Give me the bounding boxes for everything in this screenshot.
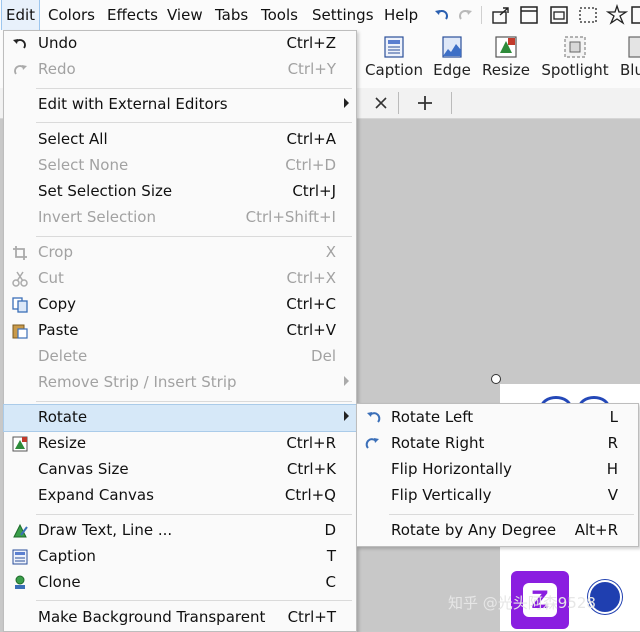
- menu-item-rotate-any-degree[interactable]: Rotate by Any Degree Alt+R: [357, 518, 638, 544]
- menu-effects[interactable]: Effects: [103, 0, 162, 30]
- menu-item-canvas-size[interactable]: Canvas Size Ctrl+K: [4, 457, 356, 483]
- menu-item-caption[interactable]: Caption T: [4, 544, 356, 570]
- menu-view[interactable]: View: [163, 0, 207, 30]
- watermark: 知乎 @光头阿森9528: [448, 594, 596, 612]
- edge-tool-label: Edge: [433, 61, 471, 79]
- undo-icon: [13, 39, 26, 49]
- menu-item-rotate-left[interactable]: Rotate Left L: [357, 405, 638, 431]
- spotlight-icon: [564, 36, 586, 58]
- blur-tool-label: Blu: [620, 61, 640, 79]
- menu-item-rotate-right[interactable]: Rotate Right R: [357, 431, 638, 457]
- menu-settings[interactable]: Settings: [308, 0, 378, 30]
- menu-item-flip-vertically[interactable]: Flip Vertically V: [357, 483, 638, 509]
- menu-item-draw-text[interactable]: Draw Text, Line ... D: [4, 518, 356, 544]
- spotlight-tool-button[interactable]: Spotlight: [538, 30, 612, 88]
- redo-icon[interactable]: [457, 8, 473, 22]
- edge-icon: [442, 36, 462, 58]
- menu-tabs[interactable]: Tabs: [211, 0, 252, 30]
- menu-item-rotate[interactable]: Rotate: [3, 404, 357, 432]
- menu-colors[interactable]: Colors: [44, 0, 99, 30]
- menu-item-redo[interactable]: Redo Ctrl+Y: [4, 57, 356, 83]
- menu-item-external-editors[interactable]: Edit with External Editors: [4, 92, 356, 118]
- paste-icon: [12, 324, 28, 339]
- menu-item-set-selection-size[interactable]: Set Selection Size Ctrl+J: [4, 179, 356, 205]
- separator: [36, 122, 352, 123]
- submenu-arrow-icon: [344, 376, 349, 386]
- menu-help[interactable]: Help: [380, 0, 422, 30]
- undo-icon[interactable]: [434, 8, 450, 22]
- blur-icon: [628, 36, 640, 58]
- crop-icon: [13, 246, 27, 260]
- blur-tool-button[interactable]: Blu: [616, 30, 640, 88]
- close-tab-icon[interactable]: [373, 95, 389, 111]
- separator: [36, 401, 352, 402]
- menu-bar: Edit Colors Effects View Tabs Tools Sett…: [0, 0, 640, 31]
- caption-tool-button[interactable]: Caption: [362, 30, 426, 88]
- menu-item-make-bg-transparent[interactable]: Make Background Transparent Ctrl+T: [4, 605, 356, 631]
- freehand-icon[interactable]: [606, 4, 628, 26]
- rotate-submenu: Rotate Left L Rotate Right R Flip Horizo…: [356, 403, 639, 547]
- resize-icon: [495, 36, 517, 58]
- separator: [36, 88, 352, 89]
- menu-item-paste[interactable]: Paste Ctrl+V: [4, 318, 356, 344]
- draw-text-icon: [13, 523, 28, 538]
- separator: [36, 600, 352, 601]
- caption-icon: [12, 549, 28, 565]
- menu-item-expand-canvas[interactable]: Expand Canvas Ctrl+Q: [4, 483, 356, 509]
- new-tab-icon[interactable]: [416, 94, 434, 112]
- submenu-arrow-icon: [344, 411, 349, 421]
- menu-edit[interactable]: Edit: [0, 0, 41, 31]
- separator: [36, 236, 352, 237]
- copy-icon: [12, 297, 28, 313]
- menu-item-delete[interactable]: Delete Del: [4, 344, 356, 370]
- menu-item-crop[interactable]: Crop X: [4, 240, 356, 266]
- clone-stamp-icon: [15, 575, 25, 589]
- menu-item-flip-horizontally[interactable]: Flip Horizontally H: [357, 457, 638, 483]
- menu-item-select-all[interactable]: Select All Ctrl+A: [4, 127, 356, 153]
- separator: [389, 514, 634, 515]
- region-icon[interactable]: [549, 5, 569, 25]
- spotlight-tool-label: Spotlight: [541, 61, 609, 79]
- resize-icon: [12, 436, 28, 452]
- menu-item-resize[interactable]: Resize Ctrl+R: [4, 431, 356, 457]
- rectangle-select-icon[interactable]: [578, 5, 598, 25]
- edge-tool-button[interactable]: Edge: [428, 30, 476, 88]
- submenu-arrow-icon: [344, 98, 349, 108]
- menu-item-remove-strip[interactable]: Remove Strip / Insert Strip: [4, 370, 356, 396]
- resize-tool-label: Resize: [481, 61, 531, 79]
- separator: [36, 514, 352, 515]
- resize-tool-button[interactable]: Resize: [478, 30, 534, 88]
- edit-menu: Undo Ctrl+Z Redo Ctrl+Y Edit with Extern…: [3, 30, 357, 632]
- menu-item-select-none[interactable]: Select None Ctrl+D: [4, 153, 356, 179]
- rotate-right-icon: [365, 438, 379, 449]
- caption-icon: [384, 36, 404, 58]
- open-icon[interactable]: [491, 5, 511, 25]
- menu-item-cut[interactable]: Cut Ctrl+X: [4, 266, 356, 292]
- redo-icon: [14, 65, 27, 75]
- rotate-left-icon: [367, 412, 381, 423]
- menu-item-clone[interactable]: Clone C: [4, 570, 356, 596]
- menu-item-invert-selection[interactable]: Invert Selection Ctrl+Shift+I: [4, 205, 356, 231]
- menu-tools[interactable]: Tools: [257, 0, 302, 30]
- resize-handle[interactable]: [491, 374, 501, 384]
- window-frame-icon[interactable]: [630, 5, 640, 25]
- caption-tool-label: Caption: [365, 61, 423, 79]
- window-icon[interactable]: [519, 5, 539, 25]
- scissors-icon: [12, 271, 28, 287]
- menu-item-undo[interactable]: Undo Ctrl+Z: [4, 31, 356, 57]
- menu-item-copy[interactable]: Copy Ctrl+C: [4, 292, 356, 318]
